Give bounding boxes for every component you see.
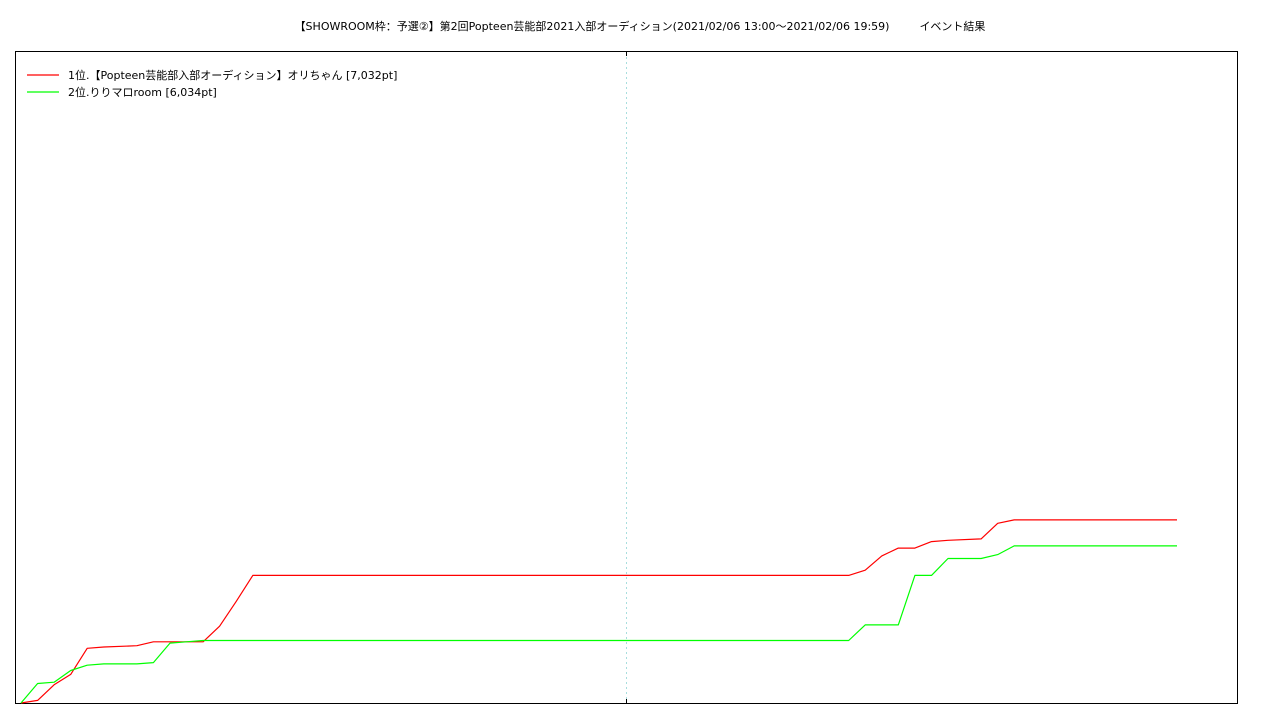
legend-label-1: 1位.【Popteen芸能部入部オーディション】オリちゃん [7,032pt]	[68, 68, 397, 82]
chart-svg: 1位.【Popteen芸能部入部オーディション】オリちゃん [7,032pt] 2…	[15, 51, 1238, 704]
legend-label-2: 2位.りりマロroom [6,034pt]	[68, 85, 217, 99]
